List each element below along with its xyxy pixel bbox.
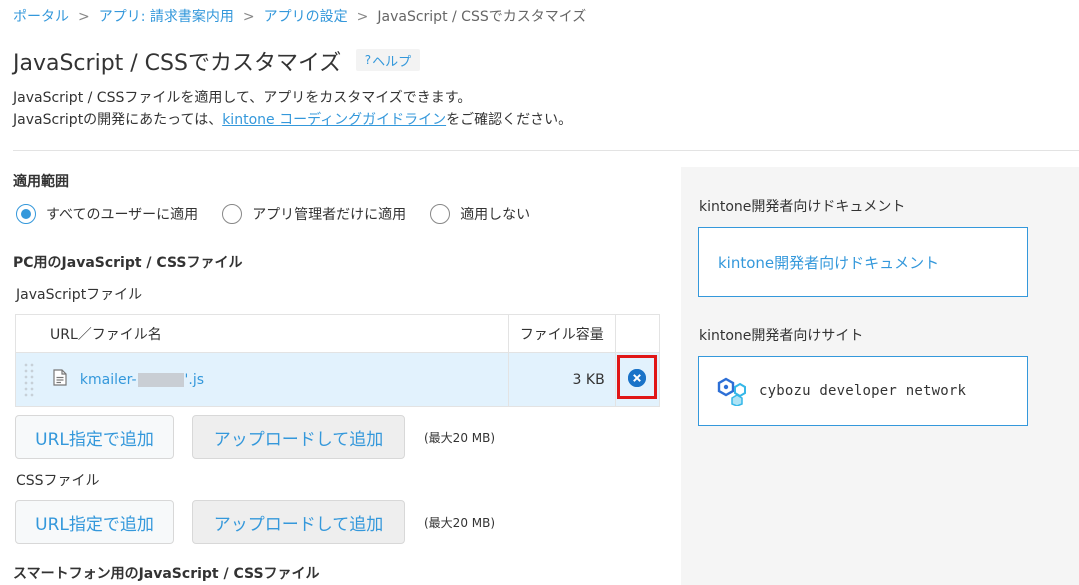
help-icon: ? <box>364 53 372 67</box>
developer-docs-link[interactable]: kintone開発者向けドキュメント <box>718 252 939 273</box>
css-max-size-note: (最大20 MB) <box>424 516 496 530</box>
file-name-prefix: kmailer- <box>79 371 137 388</box>
file-size: 3 KB <box>507 352 616 407</box>
js-file-table: URL／ファイル名 ファイル容量 kmailer- '.js 3 KB <box>15 314 661 407</box>
breadcrumb-separator: > <box>356 9 369 25</box>
css-add-url-button[interactable]: URL指定で追加 <box>15 500 174 544</box>
cybozu-developer-network-link[interactable]: cybozu developer network <box>759 383 966 399</box>
help-button[interactable]: ? ヘルプ <box>356 49 420 71</box>
page-description: JavaScript / CSSファイルを適用して、アプリをカスタマイズできます… <box>13 87 572 131</box>
site-heading: kintone開発者向けサイト <box>699 328 864 344</box>
developer-sidebar: kintone開発者向けドキュメント kintone開発者向けドキュメント ki… <box>681 167 1079 585</box>
js-max-size-note: (最大20 MB) <box>424 431 496 445</box>
scope-radio-group: すべてのユーザーに適用 アプリ管理者だけに適用 適用しない <box>16 204 554 224</box>
breadcrumb-separator: > <box>242 9 255 25</box>
css-upload-button[interactable]: アップロードして追加 <box>192 500 405 544</box>
radio-label: アプリ管理者だけに適用 <box>252 207 407 223</box>
description-line-2: JavaScriptの開発にあたっては、kintone コーディングガイドライン… <box>13 109 572 131</box>
page-title: JavaScript / CSSでカスタマイズ <box>13 51 342 76</box>
cybozu-logo-icon <box>717 376 751 406</box>
drag-handle-icon[interactable] <box>23 361 35 398</box>
js-add-url-button[interactable]: URL指定で追加 <box>15 415 174 459</box>
description-prefix: JavaScriptの開発にあたっては、 <box>13 112 223 128</box>
breadcrumb-current: JavaScript / CSSでカスタマイズ <box>377 9 587 25</box>
radio-disable[interactable]: 適用しない <box>430 204 530 224</box>
table-row: kmailer- '.js 3 KB <box>15 352 661 407</box>
file-name-cell: kmailer- '.js <box>15 352 509 407</box>
annotation-highlight <box>617 355 657 399</box>
radio-unchecked-icon[interactable] <box>430 204 451 224</box>
css-files-label: CSSファイル <box>16 473 100 489</box>
column-header-filename: URL／ファイル名 <box>15 314 509 353</box>
divider <box>13 150 1079 151</box>
breadcrumb-separator: > <box>78 9 90 25</box>
redacted-text <box>137 372 184 387</box>
radio-checked-icon[interactable] <box>16 204 36 224</box>
breadcrumb-app[interactable]: アプリ: 請求書案内用 <box>99 9 234 25</box>
doc-heading: kintone開発者向けドキュメント <box>699 199 906 215</box>
file-name-suffix: '.js <box>184 371 205 388</box>
column-header-actions <box>614 314 661 353</box>
breadcrumb-portal[interactable]: ポータル <box>13 9 69 25</box>
js-upload-button[interactable]: アップロードして追加 <box>192 415 405 459</box>
smartphone-files-title: スマートフォン用のJavaScript / CSSファイル <box>13 566 320 582</box>
breadcrumb-app-settings[interactable]: アプリの設定 <box>264 9 348 25</box>
radio-all-users[interactable]: すべてのユーザーに適用 <box>16 204 198 224</box>
pc-files-title: PC用のJavaScript / CSSファイル <box>13 255 243 271</box>
radio-label: 適用しない <box>460 207 531 223</box>
doc-link-box[interactable]: kintone開発者向けドキュメント <box>698 227 1028 297</box>
description-suffix: をご確認ください。 <box>446 112 573 128</box>
breadcrumb: ポータル > アプリ: 請求書案内用 > アプリの設定 > JavaScript / CSS… <box>13 6 586 26</box>
file-name-link[interactable]: kmailer- '.js <box>80 372 204 388</box>
radio-admins-only[interactable]: アプリ管理者だけに適用 <box>222 204 406 224</box>
scope-title: 適用範囲 <box>13 174 69 190</box>
column-header-size: ファイル容量 <box>507 314 616 353</box>
file-icon <box>53 369 68 390</box>
description-line-1: JavaScript / CSSファイルを適用して、アプリをカスタマイズできます… <box>13 90 472 106</box>
help-label: ヘルプ <box>372 54 412 70</box>
site-link-box[interactable]: cybozu developer network <box>698 356 1028 426</box>
radio-unchecked-icon[interactable] <box>222 204 243 224</box>
coding-guideline-link[interactable]: kintone コーディングガイドライン <box>222 112 446 128</box>
radio-label: すべてのユーザーに適用 <box>46 207 199 223</box>
js-files-label: JavaScriptファイル <box>16 287 143 303</box>
